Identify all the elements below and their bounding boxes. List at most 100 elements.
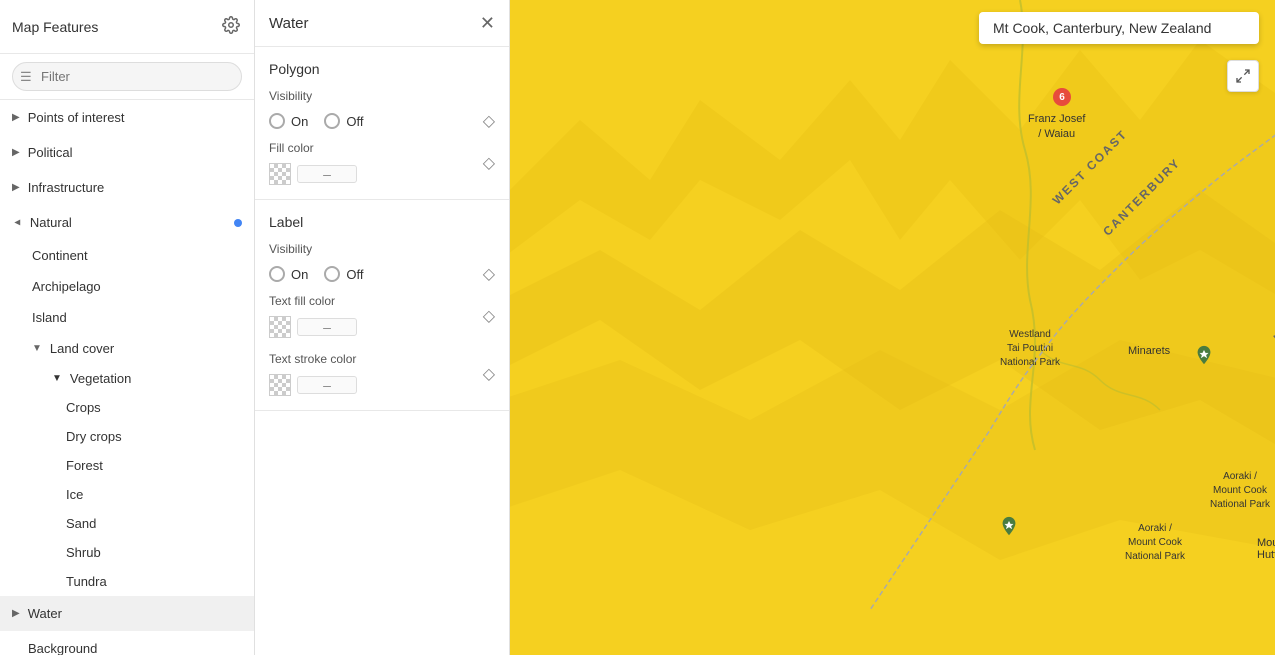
sidebar-item-natural[interactable]: ▼ Natural: [0, 205, 254, 240]
mid-panel: Water ✕ Polygon Visibility On Off ◇ Fill…: [255, 0, 510, 655]
arrow-icon: ▶: [12, 147, 20, 158]
place-minarets: Minarets: [1128, 345, 1170, 357]
diamond-button-text-fill[interactable]: ◇: [483, 306, 495, 326]
visibility-row: On Off ◇: [269, 111, 495, 131]
place-mount-hutton: Mount Hutton: [1257, 537, 1275, 561]
sidebar-item-crops[interactable]: Crops: [0, 393, 254, 422]
sidebar-item-dry-crops[interactable]: Dry crops: [0, 422, 254, 451]
filter-icon: ☰: [20, 69, 32, 85]
visibility-label: Visibility: [269, 89, 495, 103]
sidebar-item-label: Points of interest: [28, 110, 125, 125]
radio-circle-on[interactable]: [269, 113, 285, 129]
label-visibility-label: Visibility: [269, 242, 495, 256]
water-panel-title: Water: [269, 15, 308, 32]
sidebar-item-island[interactable]: Island: [0, 302, 254, 333]
sidebar-item-ice[interactable]: Ice: [0, 480, 254, 509]
search-value: Mt Cook, Canterbury, New Zealand: [993, 20, 1211, 36]
text-fill-value[interactable]: –: [297, 318, 357, 336]
fill-color-value[interactable]: –: [297, 165, 357, 183]
radio-on-label: On: [291, 114, 308, 129]
sidebar-item-continent[interactable]: Continent: [0, 240, 254, 271]
filter-bar: ☰: [0, 54, 254, 100]
radio-off-label: Off: [346, 114, 363, 129]
mid-header: Water ✕: [255, 0, 509, 47]
diamond-button-label-vis[interactable]: ◇: [483, 264, 495, 284]
arrow-icon: ▶: [12, 112, 20, 123]
sidebar-item-background[interactable]: Background: [0, 631, 254, 655]
fill-color-row: Fill color – ◇: [269, 141, 495, 185]
poi-minarets: [1193, 344, 1215, 369]
label-radio-on[interactable]: On: [269, 266, 308, 282]
sidebar-item-label: Continent: [32, 248, 88, 263]
sidebar-item-label: Land cover: [50, 341, 114, 356]
text-fill-wrap: Text fill color –: [269, 294, 357, 338]
polygon-section: Polygon Visibility On Off ◇ Fill color: [255, 47, 509, 200]
gear-button[interactable]: [220, 14, 242, 39]
filter-input[interactable]: [12, 62, 242, 91]
label-title: Label: [269, 214, 495, 230]
diamond-button-fill[interactable]: ◇: [483, 153, 495, 173]
place-westland: WestlandTai PoutiniNational Park: [1000, 328, 1060, 370]
sidebar-item-label: Vegetation: [70, 371, 131, 386]
sidebar-item-tundra[interactable]: Tundra: [0, 567, 254, 596]
sidebar-item-archipelago[interactable]: Archipelago: [0, 271, 254, 302]
arrow-icon: ▶: [12, 608, 20, 619]
sidebar-item-label: Political: [28, 145, 73, 160]
fill-color-label-wrap: Fill color –: [269, 141, 357, 185]
label-radio-group: On Off: [269, 266, 363, 282]
sidebar-item-points-of-interest[interactable]: ▶ Points of interest: [0, 100, 254, 135]
color-field: –: [269, 163, 357, 185]
sidebar-item-label: Water: [28, 606, 62, 621]
left-header: Map Features: [0, 0, 254, 54]
radio-circle-on[interactable]: [269, 266, 285, 282]
sidebar-item-shrub[interactable]: Shrub: [0, 538, 254, 567]
expand-button[interactable]: [1227, 60, 1259, 92]
nav-section: ▶ Points of interest ▶ Political ▶ Infra…: [0, 100, 254, 655]
text-stroke-row: Text stroke color – ◇: [269, 352, 495, 396]
filter-wrap: ☰: [12, 62, 242, 91]
text-fill-field: –: [269, 316, 357, 338]
search-bar: Mt Cook, Canterbury, New Zealand: [979, 12, 1259, 44]
sidebar-item-water[interactable]: ▶ Water: [0, 596, 254, 631]
sidebar-item-political[interactable]: ▶ Political: [0, 135, 254, 170]
text-stroke-field: –: [269, 374, 357, 396]
polygon-title: Polygon: [269, 61, 495, 77]
arrow-icon: ▶: [12, 182, 20, 193]
sidebar-item-land-cover[interactable]: ▼ Land cover: [0, 333, 254, 364]
diamond-button[interactable]: ◇: [483, 111, 495, 131]
modified-dot: [234, 219, 242, 227]
sidebar-item-label: Infrastructure: [28, 180, 105, 195]
radio-circle-off[interactable]: [324, 266, 340, 282]
text-stroke-value[interactable]: –: [297, 376, 357, 394]
left-panel: Map Features ☰ ▶ Points of interest ▶ Po…: [0, 0, 255, 655]
sidebar-item-infrastructure[interactable]: ▶ Infrastructure: [0, 170, 254, 205]
sidebar-item-label: Natural: [30, 215, 72, 230]
radio-group: On Off: [269, 113, 363, 129]
text-stroke-swatch[interactable]: [269, 374, 291, 396]
sidebar-item-sand[interactable]: Sand: [0, 509, 254, 538]
sidebar-item-vegetation[interactable]: ▼ Vegetation: [0, 364, 254, 393]
route-6-marker: 6: [1053, 88, 1071, 106]
radio-off-label: Off: [346, 267, 363, 282]
sidebar-item-label: Archipelago: [32, 279, 101, 294]
place-aoraki-2: Aoraki /Mount CookNational Park: [1125, 522, 1185, 564]
radio-circle-off[interactable]: [324, 113, 340, 129]
radio-on-label: On: [291, 267, 308, 282]
arrow-icon: ▼: [11, 218, 22, 228]
text-stroke-label: Text stroke color: [269, 352, 357, 366]
radio-on[interactable]: On: [269, 113, 308, 129]
label-radio-off[interactable]: Off: [324, 266, 363, 282]
arrow-icon: ▼: [52, 373, 62, 384]
poi-aoraki: [998, 515, 1020, 540]
place-aoraki-1: Aoraki /Mount CookNational Park: [1210, 470, 1270, 512]
map-area[interactable]: Mt Cook, Canterbury, New Zealand WEST CO…: [510, 0, 1275, 655]
sidebar-item-label: Island: [32, 310, 67, 325]
fill-color-swatch[interactable]: [269, 163, 291, 185]
close-button[interactable]: ✕: [480, 14, 495, 32]
diamond-button-text-stroke[interactable]: ◇: [483, 364, 495, 384]
radio-off[interactable]: Off: [324, 113, 363, 129]
text-fill-swatch[interactable]: [269, 316, 291, 338]
text-fill-label: Text fill color: [269, 294, 357, 308]
sidebar-item-forest[interactable]: Forest: [0, 451, 254, 480]
map-features-title: Map Features: [12, 19, 98, 35]
